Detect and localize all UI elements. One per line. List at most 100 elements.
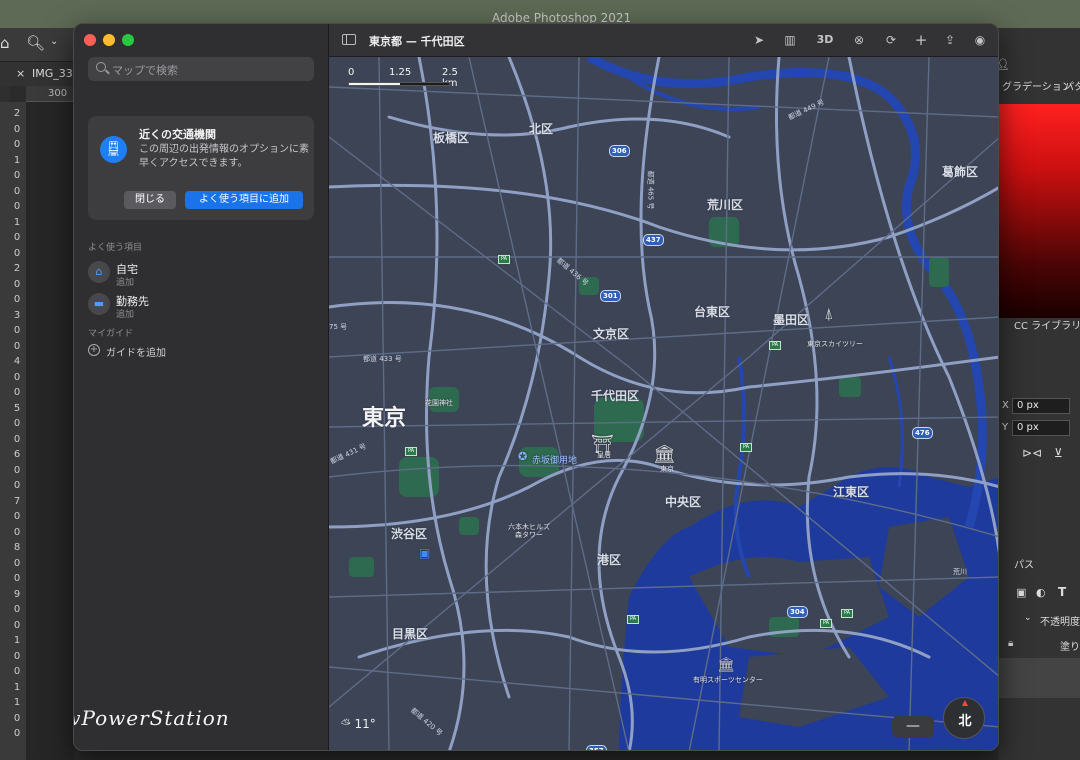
add-to-favorites-button[interactable]: よく使う項目に追加 [185,191,303,209]
blend-chevron-icon[interactable]: ⌄ [1024,613,1032,623]
ward-chuo[interactable]: 中央区 [665,493,701,510]
ward-katsushika[interactable]: 葛飾区 [942,163,978,180]
ward-itabashi[interactable]: 板橋区 [433,129,469,146]
horizontal-ruler: 300 [26,86,76,102]
map-view[interactable]: 0 1.25 2.5 km 北区 板橋区 荒川区 葛飾区 台東区 文京区 墨田区… [329,57,998,750]
ruler-digit: 4 [13,356,21,367]
favorite-sub: 追加 [116,310,135,320]
transit-station-icon[interactable]: ▣ [419,546,430,560]
doc-tab[interactable]: IMG_33 [32,67,73,80]
window-close-button[interactable] [84,34,96,46]
ward-bunkyo[interactable]: 文京区 [593,325,629,342]
city-tokyo[interactable]: 東京 [362,400,406,432]
ruler-digit: 1 [13,697,21,708]
location-arrow-icon[interactable]: ➤ [750,32,768,48]
ruler-digit: 0 [13,728,21,739]
chevron-down-icon[interactable]: ⌄ [50,36,58,47]
watermark: LowPowerStation [74,706,230,730]
ward-koto[interactable]: 江東区 [833,483,869,500]
add-icon[interactable]: + [912,32,930,48]
search-placeholder: マップで検索 [112,64,178,77]
traffic-icon[interactable]: ⟳ [882,32,900,48]
flip-horizontal-icon[interactable]: ⊳⊲ [1022,446,1042,460]
3d-button[interactable]: 3D [812,32,838,48]
poi-skytree[interactable]: 東京スカイツリー [807,339,863,349]
adjustment-filter-icon[interactable]: ◐ [1036,586,1046,599]
share-icon[interactable]: ⇪ [941,32,959,48]
ruler-digit: 0 [13,170,21,181]
scale-label-0: 0 [348,67,355,78]
ward-meguro[interactable]: 目黒区 [392,625,428,642]
y-label: Y [1002,422,1009,433]
account-icon[interactable]: ◉ [971,32,989,48]
poi-roppongi-2[interactable]: 森タワー [515,530,543,540]
lock-icon[interactable]: 🔒︎ [1008,638,1013,649]
scale-bar [348,82,450,86]
home-icon: ⌂ [88,261,110,283]
ruler-digit: 0 [13,139,21,150]
map-mode-icon[interactable]: ▥ [781,32,799,48]
ruler-digit: 0 [13,557,21,569]
skytree-icon[interactable]: ⍋ [824,304,834,324]
ruler-digit: 0 [13,464,21,476]
compass-needle-icon [962,700,968,706]
ward-arakawa[interactable]: 荒川区 [707,196,743,213]
scale-label-1: 1.25 [389,67,412,78]
color-picker-field[interactable] [998,104,1080,318]
ruler-digit: 2 [13,108,21,119]
image-filter-icon[interactable]: ▣ [1016,586,1026,599]
y-field[interactable]: 0 px [1012,420,1070,436]
ward-taito[interactable]: 台東区 [694,303,730,320]
search-input[interactable]: マップで検索 [88,57,314,81]
poi-tokyo-station[interactable]: 東京 [660,464,674,474]
zoom-out-button[interactable]: — [892,716,934,738]
look-around-icon[interactable]: ⊗ [850,32,868,48]
ruler-digit: 5 [13,402,21,414]
poi-akasaka[interactable]: 赤坂御用地 [532,453,577,466]
layers-list[interactable] [998,658,1080,698]
poi-hanazono[interactable]: 花園神社 [425,398,453,408]
fill-label: 塗り [1060,642,1080,653]
transit-card-title: 近くの交通機関 [139,128,216,141]
ruler-digit: 1 [13,681,21,693]
ruler-digit: 0 [13,526,21,538]
sports-center-icon: 🏛︎ [717,657,735,673]
weather-widget[interactable]: ⛅︎ 11° [341,717,401,737]
compass-label: 北 [958,714,972,729]
maps-window: マップで検索 🚆︎ 近くの交通機関 この周辺の出発情報のオプションに素早くアクセ… [73,23,999,751]
cc-libraries-tab[interactable]: CC ライブラリ [1014,317,1080,332]
ward-sumida[interactable]: 墨田区 [773,311,809,328]
ward-kita[interactable]: 北区 [529,120,553,137]
window-minimize-button[interactable] [103,34,115,46]
transit-card: 🚆︎ 近くの交通機関 この周辺の出発情報のオプションに素早くアクセスできます。 … [88,116,314,220]
ward-minato[interactable]: 港区 [597,551,621,568]
poi-imperial[interactable]: 皇居 [597,450,611,460]
compass-button[interactable]: 北 [943,697,985,739]
window-zoom-button[interactable] [122,34,134,46]
route-shield: 301 [600,290,621,302]
home-icon[interactable]: ⌂ [0,34,10,52]
ruler-digit: 8 [13,542,21,553]
gradients-tab[interactable]: グラデーション [1002,78,1072,93]
close-tab-icon[interactable]: × [16,67,25,80]
x-field[interactable]: 0 px [1012,398,1070,414]
ruler-digit: 0 [13,666,21,677]
ruler-digit: 0 [13,185,21,197]
text-filter-icon[interactable]: T [1058,585,1066,599]
photoshop-canvas[interactable] [26,102,74,760]
ward-chiyoda[interactable]: 千代田区 [591,387,639,404]
ward-shibuya[interactable]: 渋谷区 [391,525,427,542]
poi-ariake[interactable]: 有明スポーツセンター [693,675,763,685]
highway-label: 都道 465 号 [646,170,655,210]
flip-vertical-icon[interactable]: ⊻ [1054,446,1063,460]
ruler-digit: 1 [13,216,21,228]
zoom-tool-icon[interactable]: 🔍︎ [26,34,45,52]
close-button[interactable]: 閉じる [124,191,176,209]
patterns-tab[interactable]: パタ [1064,78,1080,93]
star-icon: ✪ [518,450,528,463]
parking-area-icon: PA [740,443,752,452]
sidebar-toggle-icon[interactable] [342,34,356,45]
ruler-digit: 0 [13,247,21,259]
paths-tab[interactable]: パス [1014,556,1034,571]
ruler-digit: 0 [13,573,21,584]
